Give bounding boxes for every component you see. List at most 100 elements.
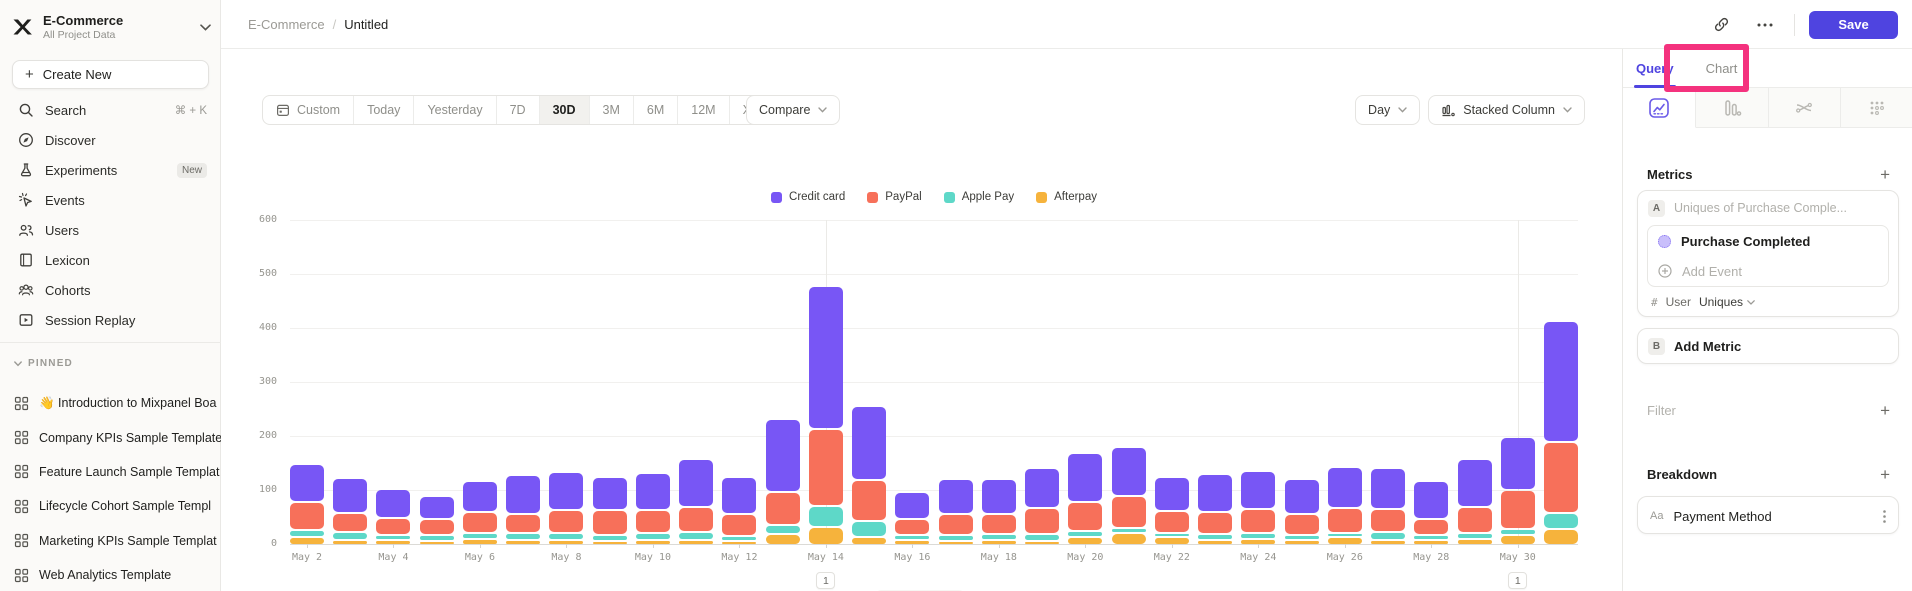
annotation-badge[interactable]: 1 — [816, 572, 835, 589]
x-axis-tick — [393, 544, 394, 548]
chart-bar-may-17[interactable] — [939, 220, 973, 544]
chart-bar-may-9[interactable] — [593, 220, 627, 544]
sidebar-item-users[interactable]: Users — [0, 215, 221, 245]
chart-bar-may-11[interactable] — [679, 220, 713, 544]
pinned-board-item[interactable]: Marketing KPIs Sample Templat — [0, 524, 221, 558]
breakdown-card-payment-method[interactable]: Aa Payment Method — [1637, 496, 1899, 534]
event-row-purchase-completed[interactable]: Purchase Completed — [1648, 226, 1888, 256]
date-range-3m[interactable]: 3M — [590, 96, 634, 124]
date-range-6m[interactable]: 6M — [634, 96, 678, 124]
add-event-row[interactable]: Add Event — [1648, 256, 1888, 286]
metric-b-add-card[interactable]: B Add Metric — [1637, 328, 1899, 364]
add-filter-plus-button[interactable]: + — [1880, 402, 1890, 419]
legend-item-apple-pay[interactable]: Apple Pay — [944, 191, 1014, 203]
chart-bar-may-30[interactable] — [1501, 220, 1535, 544]
more-options-button[interactable] — [1750, 10, 1780, 40]
bar-segment-afterpay — [1544, 530, 1578, 544]
pinned-board-item[interactable]: Company KPIs Sample Template — [0, 420, 221, 454]
date-range-30d[interactable]: 30D — [540, 96, 590, 124]
chart-bar-may-25[interactable] — [1285, 220, 1319, 544]
pinned-board-item[interactable]: Feature Launch Sample Templat — [0, 455, 221, 489]
pinned-board-item[interactable]: 👋 Introduction to Mixpanel Boa — [0, 386, 221, 420]
funnels-chart-tab[interactable] — [1696, 88, 1769, 128]
tab-chart[interactable]: Chart — [1706, 49, 1738, 88]
measure-entity[interactable]: User — [1666, 295, 1691, 309]
bar-segment-afterpay — [463, 540, 497, 544]
insights-chart-tab[interactable] — [1623, 88, 1696, 128]
legend-item-afterpay[interactable]: Afterpay — [1036, 191, 1097, 203]
sidebar-item-lexicon[interactable]: Lexicon — [0, 245, 221, 275]
sidebar-item-events[interactable]: Events — [0, 185, 221, 215]
sidebar-item-search[interactable]: Search⌘ + K — [0, 95, 221, 125]
chart-bar-may-31[interactable] — [1544, 220, 1578, 544]
chart-bar-may-20[interactable] — [1068, 220, 1102, 544]
bar-segment-credit-card — [290, 465, 324, 501]
x-axis-tick — [307, 544, 308, 548]
chart-bar-may-22[interactable] — [1155, 220, 1189, 544]
chart-bar-may-21[interactable] — [1112, 220, 1146, 544]
sidebar-item-experiments[interactable]: ExperimentsNew — [0, 155, 221, 185]
chart-bar-may-6[interactable] — [463, 220, 497, 544]
chart-bar-may-10[interactable] — [636, 220, 670, 544]
chart-bar-may-29[interactable] — [1458, 220, 1492, 544]
legend-item-credit-card[interactable]: Credit card — [771, 191, 845, 203]
date-range-12m[interactable]: 12M — [678, 96, 729, 124]
add-breakdown-plus-button[interactable]: + — [1880, 466, 1890, 483]
chart-bar-may-26[interactable] — [1328, 220, 1362, 544]
measure-type-dropdown[interactable]: Uniques — [1699, 295, 1755, 309]
chart-bar-may-16[interactable] — [895, 220, 929, 544]
tab-query[interactable]: Query — [1636, 49, 1674, 88]
pinned-board-item[interactable]: Lifecycle Cohort Sample Templ — [0, 489, 221, 523]
workspace-switcher[interactable]: E-Commerce All Project Data — [10, 10, 211, 44]
kebab-menu-icon[interactable] — [1883, 510, 1886, 523]
chart-bar-may-27[interactable] — [1371, 220, 1405, 544]
chart-bar-may-19[interactable] — [1025, 220, 1059, 544]
compare-button[interactable]: Compare — [746, 95, 840, 125]
pinned-section-header[interactable]: PINNED — [14, 358, 73, 369]
breadcrumb-title[interactable]: Untitled — [344, 17, 388, 32]
chart-bar-may-14[interactable] — [809, 220, 843, 544]
bar-segment-apple-pay — [1414, 536, 1448, 539]
chart-bar-may-23[interactable] — [1198, 220, 1232, 544]
chart-bar-may-15[interactable] — [852, 220, 886, 544]
chart-bar-may-18[interactable] — [982, 220, 1016, 544]
date-range-yesterday[interactable]: Yesterday — [414, 96, 496, 124]
chart-bar-may-5[interactable] — [420, 220, 454, 544]
date-range-7d[interactable]: 7D — [497, 96, 540, 124]
flows-chart-tab[interactable] — [1769, 88, 1842, 128]
breadcrumb-project[interactable]: E-Commerce — [248, 17, 325, 32]
metric-a-summary[interactable]: Uniques of Purchase Comple... — [1674, 201, 1847, 215]
chart-legend: Credit card PayPal Apple Pay Afterpay — [290, 191, 1578, 203]
granularity-button[interactable]: Day — [1355, 95, 1420, 125]
chart-bar-may-7[interactable] — [506, 220, 540, 544]
pinned-board-item[interactable]: Web Analytics Template — [0, 558, 221, 591]
date-range-today[interactable]: Today — [354, 96, 414, 124]
sidebar-item-session-replay[interactable]: Session Replay — [0, 305, 221, 335]
chart-bar-may-13[interactable] — [766, 220, 800, 544]
date-range-custom[interactable]: Custom — [263, 96, 354, 124]
add-metric-plus-button[interactable]: + — [1880, 166, 1890, 183]
metric-a-badge: A — [1648, 200, 1665, 217]
chart-bar-may-3[interactable] — [333, 220, 367, 544]
sidebar-item-cohorts[interactable]: Cohorts — [0, 275, 221, 305]
share-link-button[interactable] — [1706, 10, 1736, 40]
chart-bar-may-8[interactable] — [549, 220, 583, 544]
x-axis-tick — [566, 544, 567, 548]
x-axis-tick — [739, 544, 740, 548]
chart-bar-may-24[interactable] — [1241, 220, 1275, 544]
legend-item-paypal[interactable]: PayPal — [867, 191, 921, 203]
chart-bar-may-4[interactable] — [376, 220, 410, 544]
sidebar-item-discover[interactable]: Discover — [0, 125, 221, 155]
chart-type-button[interactable]: Stacked Column — [1428, 95, 1585, 125]
annotation-badge[interactable]: 1 — [1508, 572, 1527, 589]
bar-segment-paypal — [1371, 510, 1405, 531]
chart-bar-may-28[interactable] — [1414, 220, 1448, 544]
chart-bar-may-12[interactable] — [722, 220, 756, 544]
bar-segment-paypal — [290, 503, 324, 529]
bar-segment-apple-pay — [506, 534, 540, 538]
retention-chart-tab[interactable] — [1841, 88, 1912, 128]
create-new-button[interactable]: + Create New — [12, 60, 209, 89]
bar-segment-paypal — [1458, 508, 1492, 532]
chart-bar-may-2[interactable] — [290, 220, 324, 544]
save-button[interactable]: Save — [1809, 11, 1898, 39]
